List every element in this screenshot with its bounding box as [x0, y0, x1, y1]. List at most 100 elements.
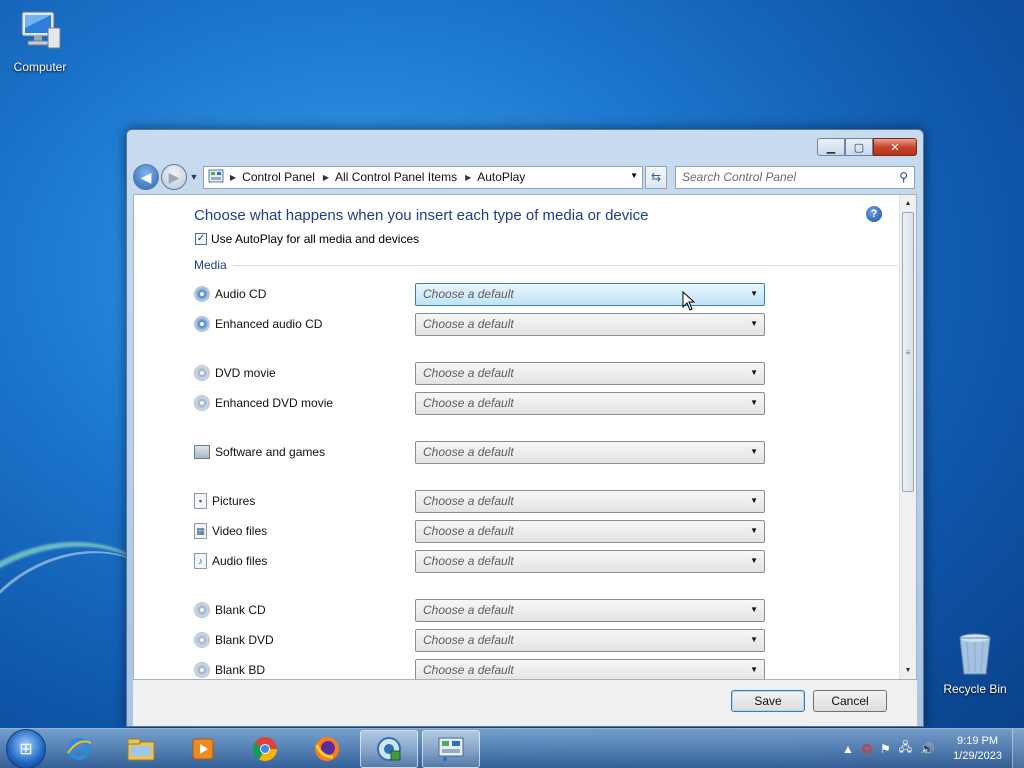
chevron-down-icon: ▼ — [750, 664, 758, 674]
forward-arrow-icon: ▶ — [168, 168, 180, 185]
security-alert-icon[interactable]: ✪ — [862, 742, 872, 756]
system-tray: ▲ ✪ ⚑ 🖧 🔊 9:19 PM 1/29/2023 — [838, 728, 1024, 768]
maximize-button[interactable]: ▢ — [845, 138, 873, 156]
select-value: Choose a default — [423, 396, 514, 410]
media-row-pictures: ▪ Pictures Choose a default ▼ — [194, 489, 856, 513]
mouse-cursor-icon — [682, 291, 696, 311]
firefox-icon — [315, 736, 339, 761]
desktop-icon-recycle-bin[interactable]: Recycle Bin — [935, 630, 1015, 696]
taskbar-internet-explorer[interactable] — [50, 730, 108, 768]
search-icon[interactable]: ⚲ — [899, 170, 908, 184]
blank-disc-icon — [194, 632, 210, 648]
dvd-icon — [194, 365, 210, 381]
breadcrumb-control-panel[interactable]: Control Panel — [242, 170, 315, 184]
media-row-video-files: ▦ Video files Choose a default ▼ — [194, 519, 856, 543]
breadcrumb-separator-icon[interactable]: ▶ — [230, 173, 236, 182]
video-files-select[interactable]: Choose a default ▼ — [415, 519, 765, 543]
volume-icon[interactable]: 🔊 — [920, 742, 935, 756]
window-controls: ▁ ▢ ✕ — [817, 138, 917, 156]
taskbar-firefox[interactable] — [298, 730, 356, 768]
chevron-down-icon: ▼ — [750, 525, 758, 535]
save-button[interactable]: Save — [731, 690, 805, 712]
cancel-button[interactable]: Cancel — [813, 690, 887, 712]
taskbar-chrome[interactable] — [236, 730, 294, 768]
audio-cd-select[interactable]: Choose a default ▼ — [415, 282, 765, 306]
search-input[interactable]: Search Control Panel ⚲ — [675, 165, 915, 189]
back-button[interactable]: ◀ — [133, 164, 159, 190]
media-player-icon — [192, 738, 214, 759]
use-autoplay-checkbox[interactable]: ✓ — [195, 233, 207, 245]
navigation-bar: ◀ ▶ ▼ ▶ Control Panel ▶ All Control Pane… — [133, 163, 917, 191]
media-row-label: Audio files — [212, 554, 268, 568]
chevron-down-icon: ▼ — [750, 446, 758, 456]
minimize-button[interactable]: ▁ — [817, 138, 845, 156]
media-row-label: Audio CD — [215, 287, 267, 301]
breadcrumb-all-items[interactable]: All Control Panel Items — [335, 170, 457, 184]
taskbar-control-panel[interactable] — [422, 729, 480, 768]
software-icon — [194, 445, 210, 459]
media-row-label: Enhanced DVD movie — [215, 396, 334, 410]
close-button[interactable]: ✕ — [873, 138, 917, 156]
scroll-up-icon[interactable]: ▲ — [900, 195, 916, 212]
enhanced-audio-cd-select[interactable]: Choose a default ▼ — [415, 312, 765, 336]
select-value: Choose a default — [423, 524, 514, 538]
taskbar-network-app[interactable] — [360, 729, 418, 768]
recent-pages-dropdown[interactable]: ▼ — [187, 172, 201, 182]
refresh-button[interactable]: ⇆ — [645, 165, 667, 189]
audio-cd-icon — [194, 316, 210, 332]
address-bar[interactable]: ▶ Control Panel ▶ All Control Panel Item… — [203, 165, 643, 189]
media-section-label: Media — [194, 258, 227, 272]
use-autoplay-row[interactable]: ✓ Use AutoPlay for all media and devices — [195, 232, 419, 246]
desktop-icon-label: Computer — [13, 60, 67, 74]
breadcrumb-autoplay[interactable]: AutoPlay — [477, 170, 525, 184]
clock-time: 9:19 PM — [957, 734, 999, 747]
action-center-flag-icon[interactable]: ⚑ — [880, 742, 891, 756]
blank-cd-select[interactable]: Choose a default ▼ — [415, 598, 765, 622]
autoplay-window: ▁ ▢ ✕ ◀ ▶ ▼ ▶ Control Panel ▶ All Contro… — [126, 129, 924, 727]
taskbar-media-player[interactable] — [174, 730, 232, 768]
taskbar-file-explorer[interactable] — [112, 730, 170, 768]
breadcrumb-separator-icon[interactable]: ▶ — [323, 173, 329, 182]
pictures-select[interactable]: Choose a default ▼ — [415, 489, 765, 513]
clock-date: 1/29/2023 — [953, 749, 1002, 762]
scroll-thumb[interactable]: ≡ — [902, 212, 914, 492]
vertical-scrollbar[interactable]: ▲ ≡ ▼ — [899, 195, 916, 679]
blank-bd-select[interactable]: Choose a default ▼ — [415, 658, 765, 679]
blank-dvd-select[interactable]: Choose a default ▼ — [415, 628, 765, 652]
audio-file-icon: ♪ — [194, 553, 207, 569]
recycle-bin-icon — [951, 630, 999, 678]
clock[interactable]: 9:19 PM 1/29/2023 — [953, 734, 1002, 764]
media-row-label: Pictures — [212, 494, 256, 508]
media-row-software-games: Software and games Choose a default ▼ — [194, 440, 856, 464]
chevron-down-icon: ▼ — [750, 288, 758, 298]
chevron-down-icon: ▼ — [750, 604, 758, 614]
scroll-down-icon[interactable]: ▼ — [900, 662, 916, 679]
select-value: Choose a default — [423, 663, 514, 677]
network-icon[interactable]: 🖧 — [899, 738, 912, 759]
address-dropdown-icon[interactable]: ▼ — [630, 171, 638, 180]
page-title: Choose what happens when you insert each… — [194, 207, 649, 224]
blank-disc-icon — [194, 662, 210, 678]
media-row-enhanced-audio-cd: Enhanced audio CD Choose a default ▼ — [194, 312, 856, 336]
media-row-label: Enhanced audio CD — [215, 317, 323, 331]
help-icon[interactable]: ? — [866, 206, 882, 222]
media-row-audio-cd: Audio CD Choose a default ▼ — [194, 282, 856, 306]
software-games-select[interactable]: Choose a default ▼ — [415, 440, 765, 464]
show-desktop-button[interactable] — [1012, 728, 1024, 768]
dvd-movie-select[interactable]: Choose a default ▼ — [415, 361, 765, 385]
media-row-label: Blank BD — [215, 663, 266, 677]
breadcrumb-separator-icon[interactable]: ▶ — [465, 173, 471, 182]
video-file-icon: ▦ — [194, 523, 207, 539]
enhanced-dvd-movie-select[interactable]: Choose a default ▼ — [415, 391, 765, 415]
forward-button[interactable]: ▶ — [161, 164, 187, 190]
show-hidden-icons-icon[interactable]: ▲ — [842, 742, 854, 756]
desktop-icon-computer[interactable]: Computer — [0, 8, 80, 74]
start-button[interactable]: ⊞ — [6, 728, 46, 768]
media-row-audio-files: ♪ Audio files Choose a default ▼ — [194, 549, 856, 573]
file-explorer-icon — [127, 738, 155, 760]
chevron-down-icon: ▼ — [750, 555, 758, 565]
audio-files-select[interactable]: Choose a default ▼ — [415, 549, 765, 573]
network-app-icon — [377, 736, 401, 761]
media-row-label: Software and games — [215, 445, 326, 459]
chevron-down-icon: ▼ — [750, 367, 758, 377]
